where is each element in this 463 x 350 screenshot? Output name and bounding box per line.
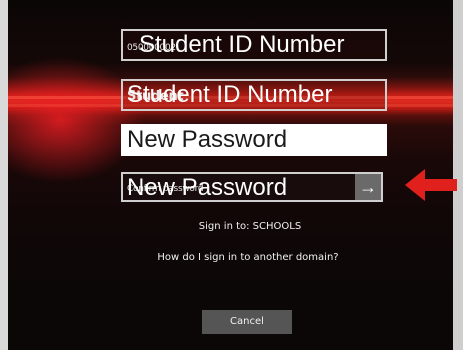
student-id-field[interactable]: 050000002 Student ID Number — [121, 29, 387, 61]
login-screen-photo: 050000002 Student ID Number Student Stud… — [0, 0, 463, 350]
submit-arrow-button[interactable]: → — [355, 174, 381, 200]
sign-in-domain-text: Sign in to: SCHOOLS — [198, 221, 302, 232]
confirm-password-field[interactable]: Confirm password New Password → — [121, 172, 383, 202]
cancel-button[interactable]: Cancel — [202, 310, 292, 334]
student-id-overlay-label: Student ID Number — [139, 31, 345, 58]
confirm-password-overlay-label: New Password — [127, 174, 288, 201]
new-password-overlay-label: New Password — [127, 126, 288, 153]
confirm-student-id-field[interactable]: Student Student ID Number — [121, 79, 387, 111]
other-domain-link[interactable]: How do I sign in to another domain? — [38, 252, 458, 263]
new-password-field[interactable]: New Password — [121, 124, 387, 156]
red-annotation-arrow-icon — [405, 169, 457, 201]
confirm-student-id-overlay-label: Student ID Number — [127, 81, 333, 108]
photo-border-left — [0, 0, 8, 350]
arrow-right-icon: → — [359, 177, 377, 197]
